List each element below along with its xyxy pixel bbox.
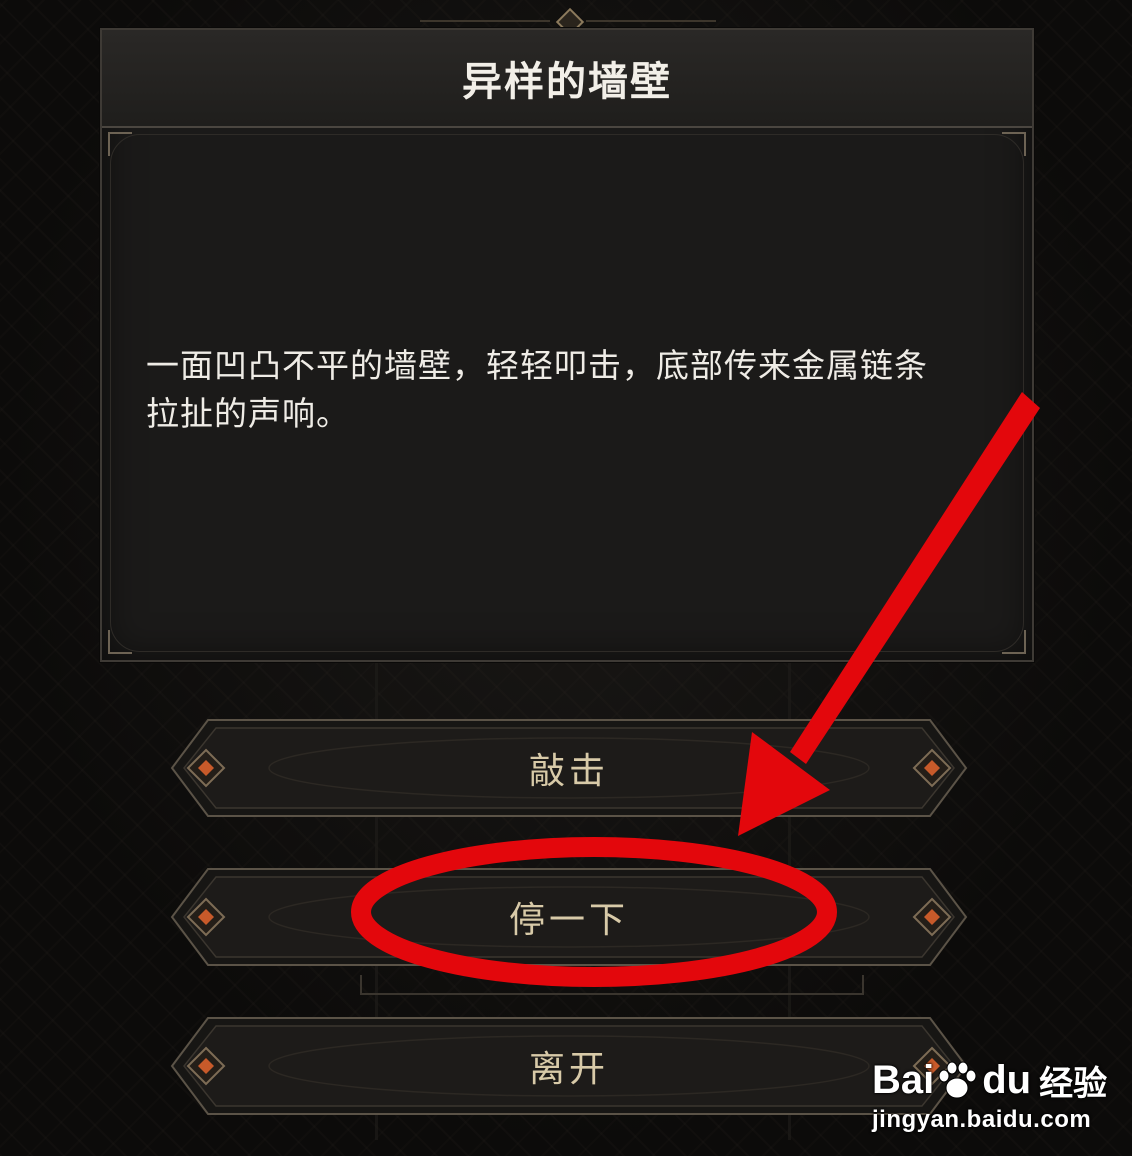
frame-corner-ornament — [1002, 630, 1026, 654]
event-description-line-2: 拉扯的声响。 — [146, 394, 350, 433]
watermark-brand-du: du — [982, 1058, 1032, 1102]
event-description-line-1: 一面凹凸不平的墙壁，轻轻叩击，底部传来金属链条 — [146, 346, 928, 385]
event-title-bar: 异样的墙壁 — [102, 30, 1032, 128]
paw-icon — [936, 1060, 978, 1102]
event-description: 一面凹凸不平的墙壁，轻轻叩击，底部传来金属链条 拉扯的声响。 — [146, 342, 1006, 438]
frame-corner-ornament — [108, 630, 132, 654]
choice-label: 敲击 — [528, 751, 609, 792]
choice-label: 离开 — [528, 1049, 609, 1090]
baidu-jingyan-watermark: Bai du 经验 jingyan.baidu.com — [872, 1028, 1112, 1140]
choice-button-knock[interactable]: 敲击 — [170, 718, 968, 818]
watermark-brand-bai: Bai — [872, 1058, 935, 1102]
top-ornament-line-right — [586, 20, 716, 22]
choice-label: 停一下 — [508, 900, 629, 941]
event-title: 异样的墙壁 — [462, 59, 672, 105]
frame-corner-ornament — [1002, 132, 1026, 156]
choice-button-pause[interactable]: 停一下 — [170, 867, 968, 967]
spine-bracket-decoration — [360, 975, 864, 995]
choice-button-leave[interactable]: 离开 — [170, 1016, 968, 1116]
watermark-url: jingyan.baidu.com — [872, 1106, 1092, 1133]
watermark-brand-jingyan: 经验 — [1039, 1064, 1108, 1104]
frame-corner-ornament — [108, 132, 132, 156]
top-ornament-line-left — [420, 20, 550, 22]
event-panel: 异样的墙壁 一面凹凸不平的墙壁，轻轻叩击，底部传来金属链条 拉扯的声响。 — [100, 28, 1034, 662]
watermark-brand: Bai du 经验 — [872, 1056, 1107, 1105]
